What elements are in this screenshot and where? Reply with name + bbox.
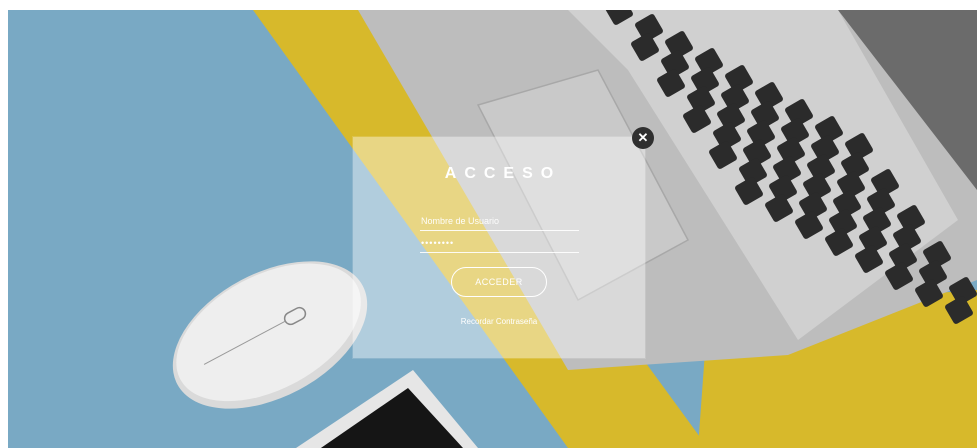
- login-title: ACCESO: [444, 165, 562, 182]
- login-modal: ACCESO ACCEDER Recordar Contraseña: [353, 137, 645, 358]
- username-input[interactable]: [420, 212, 579, 231]
- close-icon[interactable]: ✕: [632, 127, 654, 149]
- login-submit-button[interactable]: ACCEDER: [451, 267, 547, 297]
- forgot-password-link[interactable]: Recordar Contraseña: [353, 317, 645, 326]
- password-input[interactable]: [420, 234, 579, 253]
